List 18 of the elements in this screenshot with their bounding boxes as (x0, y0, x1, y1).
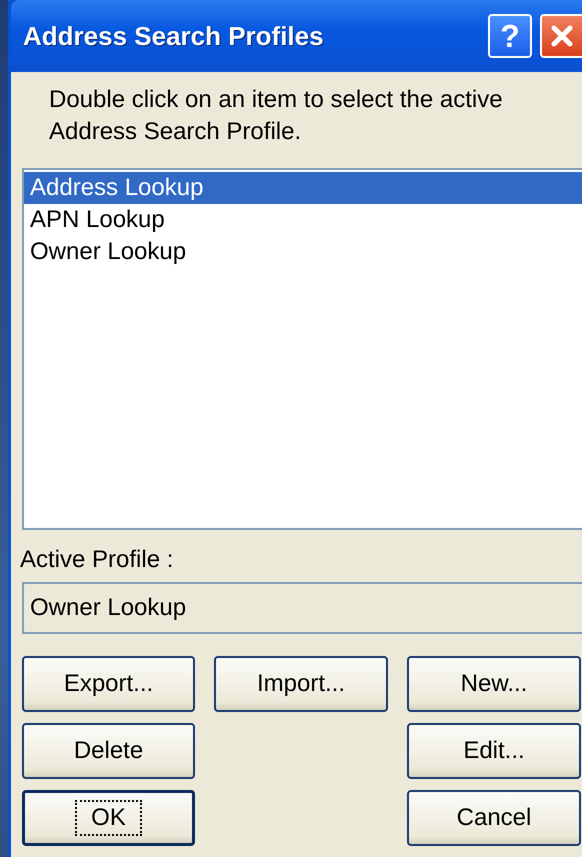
close-icon (550, 24, 574, 48)
list-item[interactable]: Owner Lookup (24, 236, 582, 268)
window-title: Address Search Profiles (23, 20, 325, 52)
help-button[interactable]: ? (488, 14, 532, 58)
list-item[interactable]: APN Lookup (24, 204, 582, 236)
active-profile-label: Active Profile : (20, 546, 174, 574)
dialog-button[interactable]: New... (407, 656, 581, 712)
dialog-button[interactable]: OK (22, 790, 195, 846)
dialog-button[interactable]: Import... (214, 656, 388, 712)
dialog-button[interactable]: Export... (22, 656, 195, 712)
profile-list[interactable]: Address Lookup APN Lookup Owner Lookup (22, 168, 582, 530)
dialog-button[interactable]: Delete (22, 723, 195, 779)
dialog-button[interactable]: Cancel (407, 790, 581, 846)
close-button[interactable] (540, 14, 582, 58)
active-profile-field[interactable]: Owner Lookup (22, 582, 582, 634)
dialog-button[interactable]: Edit... (407, 723, 581, 779)
instruction-text: Double click on an item to select the active Address Search Profile. (48, 85, 504, 147)
list-item[interactable]: Address Lookup (24, 172, 582, 204)
